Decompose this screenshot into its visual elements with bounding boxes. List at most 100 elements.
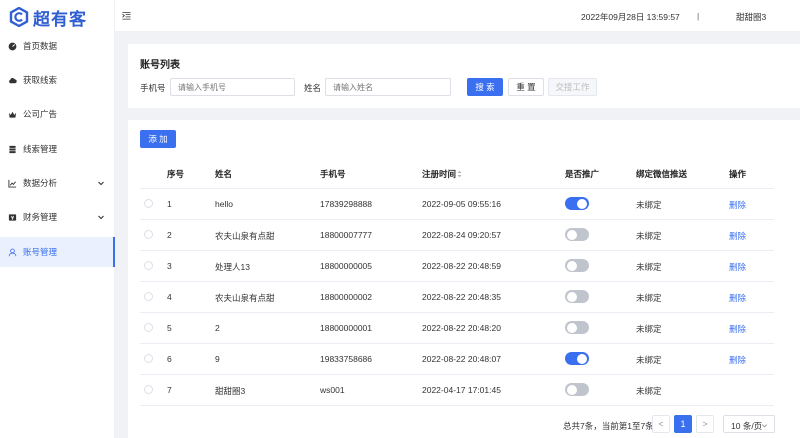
row-radio[interactable]	[144, 199, 153, 208]
row-wechat-status: 未绑定	[636, 262, 662, 272]
sidebar-item-label: 首页数据	[23, 41, 58, 51]
promote-toggle[interactable]	[565, 290, 589, 303]
row-radio[interactable]	[144, 385, 153, 394]
delete-link[interactable]: 删除	[729, 261, 746, 273]
row-index: 1	[167, 199, 172, 209]
row-radio[interactable]	[144, 261, 153, 270]
row-registered: 2022-04-17 17:01:45	[422, 385, 501, 395]
chevron-down-icon	[98, 215, 104, 220]
row-wechat-status: 未绑定	[636, 324, 662, 334]
row-name: hello	[215, 199, 233, 209]
logo[interactable]: 超有客	[0, 0, 114, 34]
name-label: 姓名	[304, 83, 322, 93]
promote-toggle[interactable]	[565, 228, 589, 241]
cloud-icon	[9, 77, 17, 83]
toggle-knob	[577, 353, 587, 364]
row-phone: 18800007777	[320, 230, 373, 240]
handover-button: 交接工作	[548, 78, 597, 96]
row-index: 2	[167, 230, 172, 240]
row-radio[interactable]	[144, 354, 153, 363]
promote-toggle[interactable]	[565, 197, 589, 210]
row-phone: 18800000005	[320, 261, 373, 271]
sidebar-item-leads[interactable]: 获取线索	[0, 65, 115, 95]
chart-icon	[8, 179, 17, 188]
column-header-sortable[interactable]: 注册时间	[422, 168, 462, 180]
toggle-knob	[567, 384, 577, 395]
row-wechat-status: 未绑定	[636, 231, 662, 241]
delete-link[interactable]: 删除	[729, 292, 746, 304]
chevron-down-icon	[98, 181, 104, 186]
page-size-select[interactable]: 10 条/页	[723, 415, 775, 433]
row-index: 6	[167, 354, 172, 364]
row-index: 4	[167, 292, 172, 302]
toggle-knob	[567, 260, 577, 271]
row-name: 农夫山泉有点甜	[215, 293, 275, 303]
sidebar-item-label: 获取线索	[23, 75, 58, 85]
sidebar-item-analytics[interactable]: 数据分析	[0, 168, 115, 198]
current-user[interactable]: 甜甜圈3	[736, 11, 766, 23]
delete-link[interactable]: 删除	[729, 354, 746, 366]
table-panel: 添 加 序号 姓名 手机号 注册时间 是否推广 绑定微信推送 操作 1 hell…	[128, 120, 800, 438]
current-datetime: 2022年09月28日 13:59:57	[581, 12, 680, 22]
row-name: 2	[215, 323, 220, 333]
toggle-knob	[567, 322, 577, 333]
row-radio[interactable]	[144, 323, 153, 332]
column-header: 手机号	[320, 169, 346, 179]
pagination: 总共7条，当前第1至7条 < 1 > 10 条/页	[0, 414, 800, 434]
logo-icon	[9, 7, 29, 27]
table-row: 7 甜甜圈3 ws001 2022-04-17 17:01:45 未绑定	[140, 375, 774, 406]
row-name: 农夫山泉有点甜	[215, 231, 275, 241]
sidebar-item-label: 线索管理	[23, 144, 58, 154]
column-header: 操作	[729, 169, 747, 179]
row-registered: 2022-08-24 09:20:57	[422, 230, 501, 240]
top-header: 2022年09月28日 13:59:57 | 甜甜圈3	[115, 0, 800, 31]
sidebar-item-ads[interactable]: 公司广告	[0, 99, 115, 129]
sidebar-item-finance[interactable]: 财务管理	[0, 202, 115, 232]
delete-link[interactable]: 删除	[729, 199, 746, 211]
prev-page-button[interactable]: <	[652, 415, 670, 433]
promote-toggle[interactable]	[565, 352, 589, 365]
row-radio[interactable]	[144, 230, 153, 239]
column-header: 绑定微信推送	[636, 169, 688, 179]
promote-toggle[interactable]	[565, 321, 589, 334]
row-registered: 2022-08-22 20:48:35	[422, 292, 501, 302]
row-wechat-status: 未绑定	[636, 355, 662, 365]
search-button[interactable]: 搜 索	[467, 78, 503, 96]
crown-icon	[8, 111, 17, 118]
column-header: 序号	[167, 169, 185, 179]
promote-toggle[interactable]	[565, 259, 589, 272]
sidebar-item-lead-management[interactable]: 线索管理	[0, 134, 115, 164]
row-wechat-status: 未绑定	[636, 200, 662, 210]
row-name: 甜甜圈3	[215, 386, 246, 396]
name-input[interactable]	[325, 78, 451, 96]
reset-button[interactable]: 重 置	[508, 78, 544, 96]
database-icon	[9, 145, 16, 153]
table-row: 6 9 19833758686 2022-08-22 20:48:07 未绑定 …	[140, 344, 774, 375]
page-number-button[interactable]: 1	[674, 415, 692, 433]
table-header: 序号 姓名 手机号 注册时间 是否推广 绑定微信推送 操作	[140, 158, 774, 189]
table-row: 5 2 18800000001 2022-08-22 20:48:20 未绑定 …	[140, 313, 774, 344]
pagination-summary: 总共7条，当前第1至7条	[563, 421, 654, 431]
dashboard-icon	[8, 42, 17, 50]
row-registered: 2022-08-22 20:48:07	[422, 354, 501, 364]
row-phone: 18800000001	[320, 323, 373, 333]
row-index: 3	[167, 261, 172, 271]
delete-link[interactable]: 删除	[729, 230, 746, 242]
add-button[interactable]: 添 加	[140, 130, 176, 148]
delete-link[interactable]: 删除	[729, 323, 746, 335]
phone-label: 手机号	[140, 83, 166, 93]
sidebar-item-label: 数据分析	[23, 178, 58, 188]
phone-input[interactable]	[170, 78, 295, 96]
row-radio[interactable]	[144, 292, 153, 301]
page-title: 账号列表	[140, 60, 180, 71]
row-phone: 19833758686	[320, 354, 373, 364]
sidebar-item-account-management[interactable]: 账号管理	[0, 237, 115, 267]
promote-toggle[interactable]	[565, 383, 589, 396]
row-index: 5	[167, 323, 172, 333]
row-index: 7	[167, 385, 172, 395]
finance-icon	[8, 213, 17, 221]
toggle-knob	[567, 229, 577, 240]
sidebar-item-dashboard[interactable]: 首页数据	[0, 31, 115, 61]
next-page-button[interactable]: >	[696, 415, 714, 433]
menu-collapse-icon[interactable]	[122, 11, 131, 20]
